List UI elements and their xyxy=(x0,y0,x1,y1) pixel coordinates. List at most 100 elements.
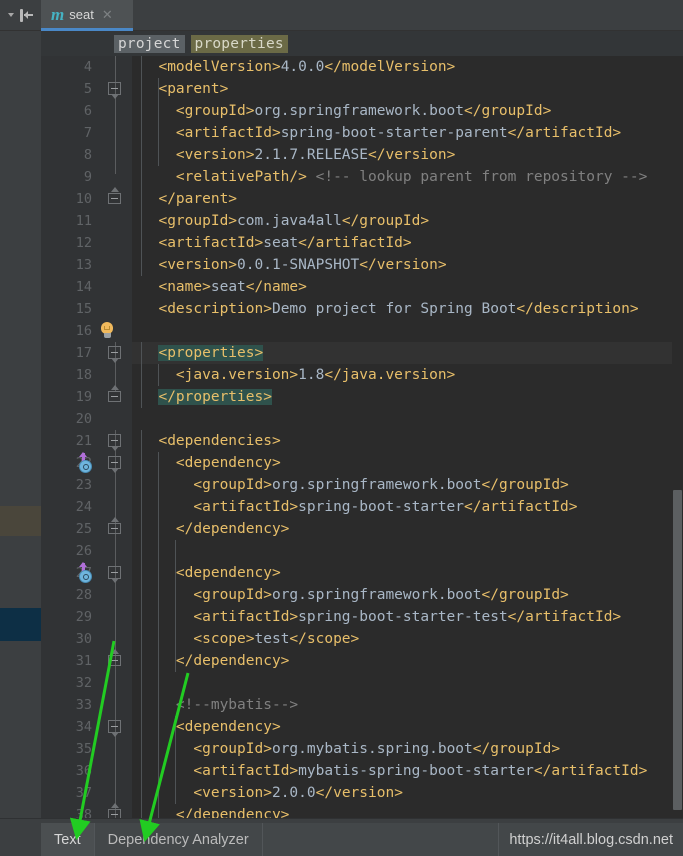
code-line[interactable]: <version>2.0.0</version> xyxy=(132,782,683,804)
code-line[interactable] xyxy=(132,540,683,562)
code-token: <properties> xyxy=(158,345,264,361)
close-icon[interactable]: ✕ xyxy=(99,8,113,21)
code-token: <name> xyxy=(158,279,211,295)
fold-end-icon[interactable] xyxy=(108,517,123,536)
line-number: 37 xyxy=(75,785,92,801)
maven-dependency-icon[interactable] xyxy=(77,562,95,583)
code-content[interactable]: <modelVersion>4.0.0</modelVersion> <pare… xyxy=(132,56,683,818)
breadcrumb-item-project[interactable]: project xyxy=(114,34,185,53)
line-number: 36 xyxy=(75,763,92,779)
code-line[interactable]: <dependency> xyxy=(132,452,683,474)
code-line[interactable] xyxy=(132,672,683,694)
tab-text[interactable]: Text xyxy=(41,823,95,856)
code-token: </version> xyxy=(359,257,447,273)
code-line[interactable]: <groupId>org.mybatis.spring.boot</groupI… xyxy=(132,738,683,760)
code-line[interactable]: <artifactId>seat</artifactId> xyxy=(132,232,683,254)
code-token: <modelVersion> xyxy=(158,59,281,75)
code-token: </version> xyxy=(368,147,456,163)
line-number: 18 xyxy=(75,367,92,383)
collapse-sidebar-icon[interactable] xyxy=(19,8,34,22)
fold-collapse-icon[interactable] xyxy=(108,719,123,737)
watermark-url: https://it4all.blog.csdn.net xyxy=(499,823,683,856)
code-token: <dependencies> xyxy=(158,433,281,449)
code-line[interactable]: </properties> xyxy=(132,386,683,408)
code-line[interactable]: <groupId>com.java4all</groupId> xyxy=(132,210,683,232)
code-token: </groupId> xyxy=(472,741,561,757)
code-line[interactable]: <groupId>org.springframework.boot</group… xyxy=(132,584,683,606)
code-line[interactable]: </dependency> xyxy=(132,518,683,540)
code-line[interactable]: <!--mybatis--> xyxy=(132,694,683,716)
code-token: <artifactId> xyxy=(193,609,299,625)
ide-window: m seat ✕ project properties 4 5 6 7 8 9 10 11 12… xyxy=(0,0,683,856)
code-token: <groupId> xyxy=(175,103,255,119)
code-line[interactable]: <scope>test</scope> xyxy=(132,628,683,650)
rail-mark-warning xyxy=(0,506,41,536)
line-number: 28 xyxy=(75,587,92,603)
code-line[interactable]: <version>2.1.7.RELEASE</version> xyxy=(132,144,683,166)
maven-dependency-icon[interactable] xyxy=(77,452,95,473)
fold-collapse-icon[interactable] xyxy=(108,455,123,473)
line-number: 5 xyxy=(83,81,92,97)
code-line[interactable] xyxy=(132,408,683,430)
code-token: <dependency> xyxy=(175,719,281,735)
fold-collapse-icon[interactable] xyxy=(108,345,123,363)
code-line[interactable]: <dependencies> xyxy=(132,430,683,452)
line-number: 26 xyxy=(75,543,92,559)
code-token: spring-boot-starter xyxy=(298,499,465,515)
fold-collapse-icon[interactable] xyxy=(108,565,123,583)
editor-scrollbar-thumb[interactable] xyxy=(673,490,682,810)
fold-end-icon[interactable] xyxy=(108,649,123,668)
code-folding-column[interactable] xyxy=(99,56,132,818)
code-line[interactable]: <relativePath/> <!-- lookup parent from … xyxy=(132,166,683,188)
code-line[interactable]: <artifactId>spring-boot-starter</artifac… xyxy=(132,496,683,518)
fold-region-line xyxy=(115,56,116,174)
code-line[interactable]: </dependency> xyxy=(132,650,683,672)
line-number: 17 xyxy=(75,345,92,361)
code-editor[interactable]: 4567891011121314151617181920212223242526… xyxy=(41,56,683,818)
fold-collapse-icon[interactable] xyxy=(108,81,123,99)
code-line[interactable]: <groupId>org.springframework.boot</group… xyxy=(132,100,683,122)
code-line[interactable]: <modelVersion>4.0.0</modelVersion> xyxy=(132,56,683,78)
editor-tab-seat[interactable]: m seat ✕ xyxy=(41,0,133,31)
code-token: 0.0.1-SNAPSHOT xyxy=(237,257,360,273)
line-number: 38 xyxy=(75,807,92,818)
code-line[interactable]: </dependency> xyxy=(132,804,683,818)
toolwindow-controls[interactable] xyxy=(0,0,41,31)
fold-end-icon[interactable] xyxy=(108,385,123,404)
code-token: </name> xyxy=(245,279,307,295)
fold-end-icon[interactable] xyxy=(108,187,123,206)
code-line[interactable]: <groupId>org.springframework.boot</group… xyxy=(132,474,683,496)
fold-end-icon[interactable] xyxy=(108,803,123,818)
code-line[interactable]: <artifactId>mybatis-spring-boot-starter<… xyxy=(132,760,683,782)
code-line[interactable]: <description>Demo project for Spring Boo… xyxy=(132,298,683,320)
rail-mark-selection xyxy=(0,608,41,641)
code-token: <dependency> xyxy=(175,565,281,581)
fold-collapse-icon[interactable] xyxy=(108,433,123,451)
intention-bulb-icon[interactable] xyxy=(99,322,116,340)
editor-gutter[interactable]: 4567891011121314151617181920212223242526… xyxy=(41,56,132,818)
code-line[interactable]: <name>seat</name> xyxy=(132,276,683,298)
code-line[interactable]: <version>0.0.1-SNAPSHOT</version> xyxy=(132,254,683,276)
breadcrumb-item-properties[interactable]: properties xyxy=(190,34,288,53)
code-token: 1.8 xyxy=(298,367,325,383)
code-line[interactable]: <dependency> xyxy=(132,562,683,584)
line-number: 4 xyxy=(83,59,92,75)
editor-tab-label: seat xyxy=(69,6,94,22)
code-token: </artifactId> xyxy=(507,125,622,141)
code-line[interactable]: <parent> xyxy=(132,78,683,100)
line-number: 12 xyxy=(75,235,92,251)
indent-guide xyxy=(141,342,142,408)
line-number: 20 xyxy=(75,411,92,427)
chevron-down-icon[interactable] xyxy=(7,13,14,17)
code-line[interactable]: <artifactId>spring-boot-starter-test</ar… xyxy=(132,606,683,628)
code-line[interactable] xyxy=(132,320,683,342)
code-token: org.springframework.boot xyxy=(254,103,465,119)
code-line[interactable]: <artifactId>spring-boot-starter-parent</… xyxy=(132,122,683,144)
tab-dependency-analyzer[interactable]: Dependency Analyzer xyxy=(94,823,263,856)
line-number: 10 xyxy=(75,191,92,207)
code-line[interactable]: <dependency> xyxy=(132,716,683,738)
code-line[interactable]: <java.version>1.8</java.version> xyxy=(132,364,683,386)
code-line[interactable]: <properties> xyxy=(132,342,683,364)
line-number: 11 xyxy=(75,213,92,229)
code-line[interactable]: </parent> xyxy=(132,188,683,210)
